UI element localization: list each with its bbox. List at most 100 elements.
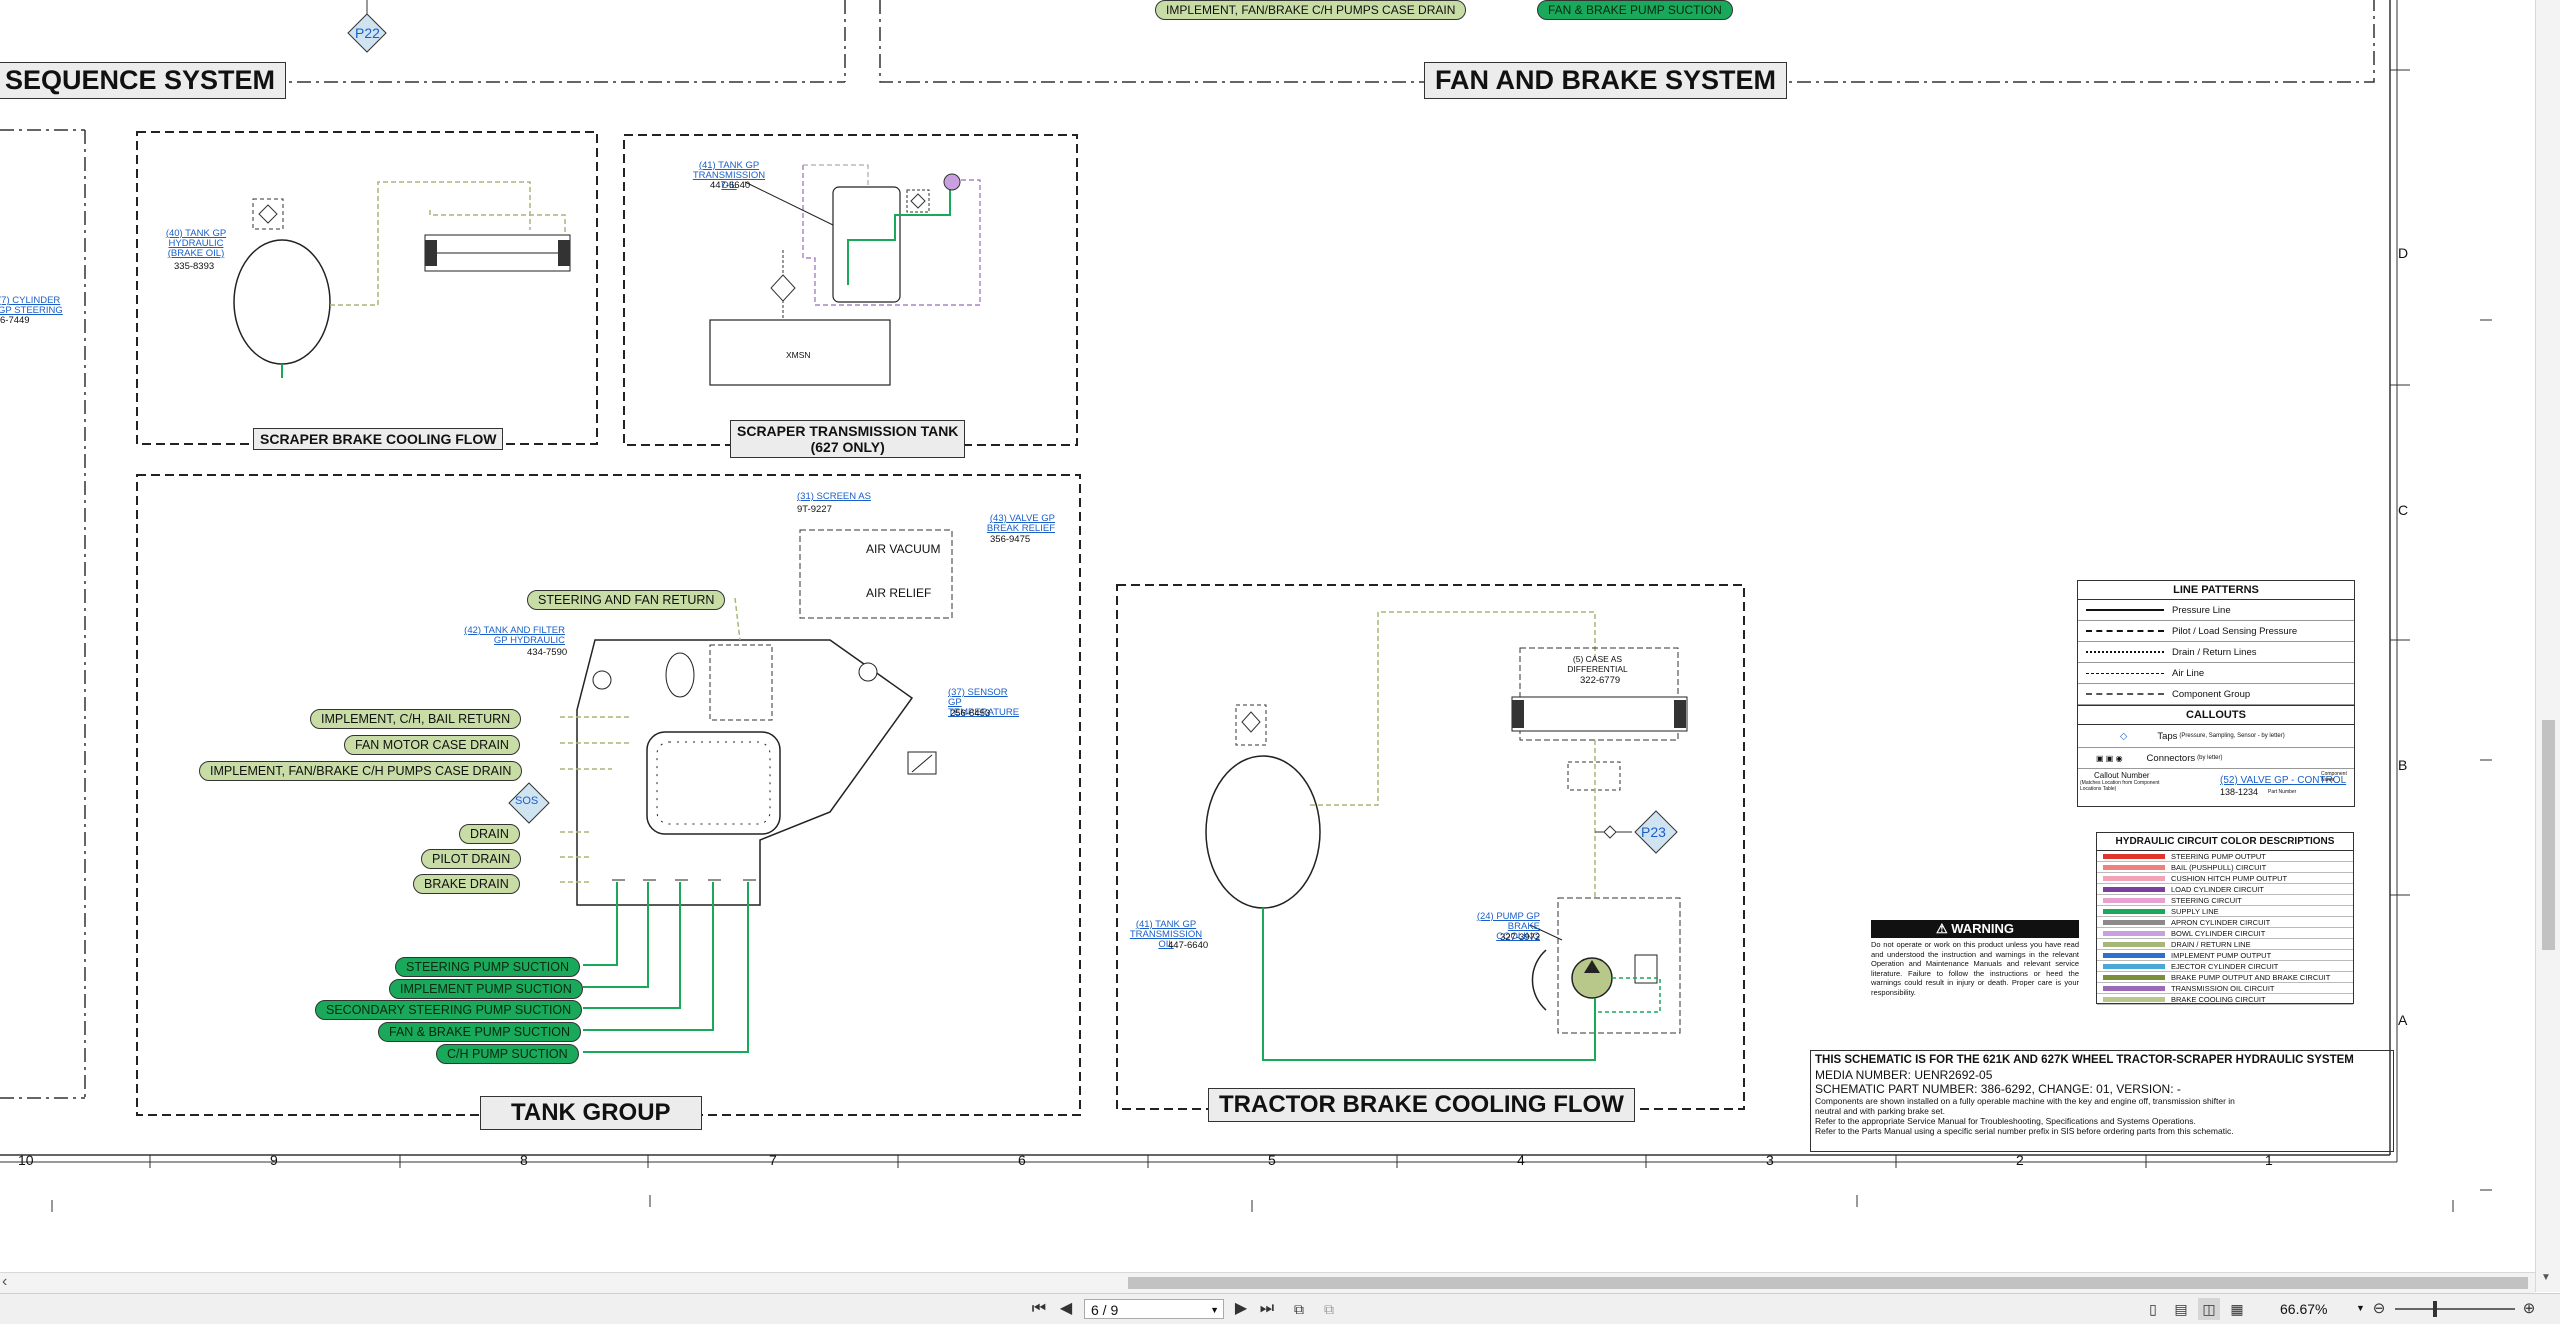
brake-oil-tank-link[interactable]: (40) TANK GP HYDRAULIC (BRAKE OIL) [164, 229, 228, 259]
callout-example: Callout Number (Matches Location from Co… [2078, 769, 2354, 799]
sequence-system-title: SEQUENCE SYSTEM [0, 62, 287, 99]
scroll-left-arrow-icon[interactable]: ‹ [2, 1273, 7, 1291]
callout-example-pn: 138-1234 [2220, 787, 2259, 797]
warning-text: Do not operate or work on this product u… [1871, 940, 2079, 997]
page-number-field[interactable]: 6 / 9 ▼ [1084, 1299, 1224, 1319]
zoom-dropdown-icon[interactable]: ▼ [2356, 1303, 2365, 1313]
warning-box: ⚠ WARNING Do not operate or work on this… [1871, 920, 2079, 997]
legend-row: Component Group [2078, 684, 2354, 705]
grid-col-1: 1 [2265, 1152, 2273, 1168]
color-row-label: CUSHION HITCH PUMP OUTPUT [2171, 873, 2288, 883]
trans-oil-tank-pn: 447-6640 [710, 180, 751, 191]
single-page-view-icon[interactable]: ▯ [2142, 1298, 2164, 1320]
suction-pill-fan-brake: FAN & BRAKE PUMP SUCTION [378, 1022, 582, 1042]
zoom-level[interactable]: 66.67% [2280, 1301, 2327, 1317]
hyd-tank-link[interactable]: (42) TANK AND FILTER GP HYDRAULIC [450, 626, 565, 646]
legend-row: Drain / Return Lines [2078, 642, 2354, 663]
first-page-button[interactable]: ⏮ [1028, 1298, 1050, 1320]
legend-row: ◇ Taps (Pressure, Sampling, Sensor - by … [2078, 725, 2354, 748]
screen-pn: 9T-9227 [797, 504, 832, 515]
color-swatch [2103, 985, 2165, 991]
grid-col-9: 9 [270, 1152, 278, 1168]
color-swatch [2103, 919, 2165, 925]
color-row-label: STEERING CIRCUIT [2171, 895, 2242, 905]
color-swatch [2103, 963, 2165, 969]
two-page-view-icon[interactable]: ◫ [2198, 1298, 2220, 1320]
color-swatch [2103, 996, 2165, 1002]
compare-pages-icon[interactable]: ⧉ [1288, 1298, 1310, 1320]
connectors-note: (by letter) [2197, 755, 2223, 761]
warning-header-text: WARNING [1951, 921, 2015, 936]
color-descriptions-title: HYDRAULIC CIRCUIT COLOR DESCRIPTIONS [2097, 833, 2353, 851]
suction-pill-ch: C/H PUMP SUCTION [436, 1044, 579, 1064]
legend-row-label: Pressure Line [2172, 604, 2231, 616]
color-row: IMPLEMENT PUMP OUTPUT [2097, 950, 2353, 961]
color-row-label: DRAIN / RETURN LINE [2171, 939, 2251, 949]
color-swatch [2103, 886, 2165, 892]
scraper-trans-title-line2: (627 ONLY) [810, 439, 885, 455]
brake-oil-tank-pn: 335-8393 [174, 261, 215, 272]
pilot-line-sample [2086, 630, 2164, 632]
grid-col-2: 2 [2016, 1152, 2024, 1168]
return-pill-fan-motor: FAN MOTOR CASE DRAIN [344, 735, 520, 755]
screen-link[interactable]: (31) SCREEN AS [797, 492, 871, 502]
continuous-view-icon[interactable]: ▤ [2170, 1298, 2192, 1320]
title-line-1: THIS SCHEMATIC IS FOR THE 621K AND 627K … [1815, 1054, 2354, 1066]
horizontal-scrollbar[interactable]: ‹ [0, 1272, 2535, 1293]
page-number-value: 6 / 9 [1091, 1302, 1119, 1318]
viewer-toolbar: ⏮ ◀ 6 / 9 ▼ ▶ ⏭ ⧉ ⧉ ▯ ▤ ◫ ▦ 66.67% ▼ ⊖ ⊕ [0, 1293, 2560, 1324]
horizontal-scroll-thumb[interactable] [1128, 1277, 2528, 1289]
vertical-scroll-thumb[interactable] [2542, 720, 2555, 950]
color-swatch [2103, 897, 2165, 903]
taps-label: Taps [2157, 730, 2178, 742]
grid-row-a: A [2398, 1012, 2408, 1028]
suction-pill-secondary: SECONDARY STEERING PUMP SUCTION [315, 1000, 583, 1020]
component-group-sample [2086, 693, 2164, 695]
steering-cylinder-link[interactable]: (7) CYLINDER GP STEERING [0, 296, 70, 316]
zoom-out-button[interactable]: ⊖ [2368, 1298, 2390, 1320]
part-number-label: Part Number [2268, 789, 2297, 795]
grid-row-c: C [2398, 502, 2409, 518]
last-page-button[interactable]: ⏭ [1256, 1298, 1278, 1320]
zoom-slider[interactable] [2395, 1301, 2515, 1317]
legend-row-label: Pilot / Load Sensing Pressure [2172, 625, 2298, 637]
color-row: TRANSMISSION OIL CIRCUIT [2097, 983, 2353, 994]
color-row-label: LOAD CYLINDER CIRCUIT [2171, 884, 2264, 894]
tractor-brake-title: TRACTOR BRAKE COOLING FLOW [1208, 1088, 1635, 1122]
brake-cooling-pump-pn: 327-3972 [1500, 932, 1541, 943]
color-row-label: BOWL CYLINDER CIRCUIT [2171, 928, 2266, 938]
line-patterns-legend: LINE PATTERNS Pressure Line Pilot / Load… [2077, 580, 2355, 807]
page-dropdown-icon[interactable]: ▼ [1210, 1300, 1219, 1320]
warning-icon: ⚠ [1935, 921, 1952, 936]
callout-number-note: (Matches Location from Component Locatio… [2080, 780, 2160, 792]
air-vacuum-label: AIR VACUUM [866, 542, 941, 556]
break-relief-valve-link[interactable]: (43) VALVE GP BREAK RELIEF [985, 514, 1055, 534]
next-page-button[interactable]: ▶ [1230, 1298, 1252, 1320]
line-patterns-title: LINE PATTERNS [2078, 581, 2354, 600]
vertical-scrollbar[interactable]: ▼ [2535, 0, 2560, 1292]
title-line-2: MEDIA NUMBER: UENR2692-05 [1815, 1068, 1993, 1082]
scraper-trans-title-line1: SCRAPER TRANSMISSION TANK [737, 423, 959, 439]
zoom-in-button[interactable]: ⊕ [2518, 1298, 2540, 1320]
overlay-pages-icon[interactable]: ⧉ [1318, 1298, 1340, 1320]
legend-row-label: Drain / Return Lines [2172, 646, 2257, 658]
taps-note: (Pressure, Sampling, Sensor - by letter) [2179, 733, 2285, 739]
differential-label: (5) CASE AS DIFFERENTIAL [1567, 654, 1628, 674]
previous-page-button[interactable]: ◀ [1055, 1298, 1077, 1320]
return-pill-brake-drain: BRAKE DRAIN [413, 874, 520, 894]
color-swatch [2103, 974, 2165, 980]
suction-pill-steering: STEERING PUMP SUCTION [395, 957, 580, 977]
two-page-continuous-icon[interactable]: ▦ [2226, 1298, 2248, 1320]
scroll-down-arrow-icon[interactable]: ▼ [2541, 1272, 2551, 1283]
color-row: BRAKE COOLING CIRCUIT [2097, 994, 2353, 1005]
tractor-trans-tank-pn: 447-6640 [1168, 940, 1209, 951]
color-swatch [2103, 908, 2165, 914]
return-pill-implement-bail: IMPLEMENT, C/H, BAIL RETURN [310, 709, 522, 729]
zoom-slider-handle[interactable] [2433, 1301, 2437, 1317]
color-row-label: BRAKE PUMP OUTPUT AND BRAKE CIRCUIT [2171, 972, 2331, 982]
title-line-6: Refer to the Parts Manual using a specif… [1815, 1126, 2234, 1136]
color-row: STEERING CIRCUIT [2097, 895, 2353, 906]
grid-col-10: 10 [18, 1152, 34, 1168]
schematic-sheet: IMPLEMENT, FAN/BRAKE C/H PUMPS CASE DRAI… [0, 0, 2560, 1270]
title-line-4: Components are shown installed on a full… [1815, 1096, 2235, 1116]
